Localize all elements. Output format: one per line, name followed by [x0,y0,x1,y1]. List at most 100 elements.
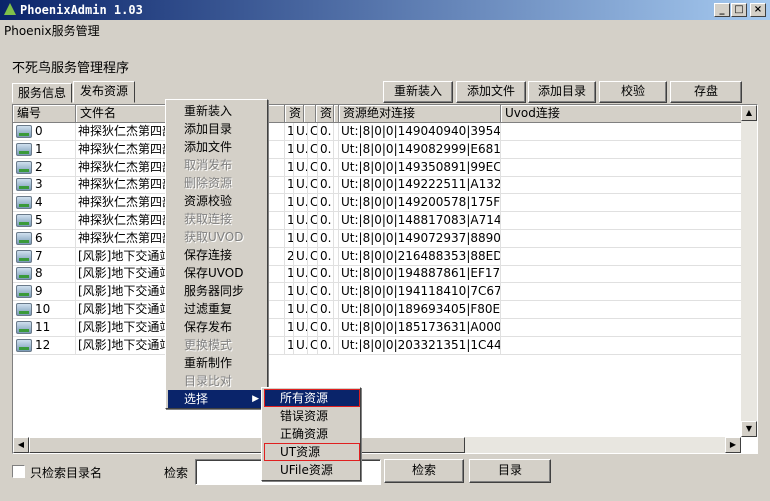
row-id: 10 [35,302,51,316]
row-col3: 1 [285,212,294,230]
menu-item-label: 保存发布 [184,320,233,334]
menu-item-label: 资源校验 [184,194,233,208]
table-row[interactable]: 7 [风影]地下交通站 2 U. C 0. Ut:|8|0|0|216488353|88ED… [13,247,757,266]
row-absolute-link: Ut:|8|0|0|148817083|A714F... [339,212,501,230]
row-id: 8 [35,266,43,281]
tab-publish-resources[interactable]: 发布资源 [73,81,135,103]
context-menu-item[interactable]: 保存UVOD [168,264,265,282]
tab-service-info[interactable]: 服务信息 [12,83,72,103]
column-header-absolute-link[interactable]: 资源绝对连接 [339,105,501,123]
close-button[interactable]: × [750,3,766,17]
context-menu-item[interactable]: 添加目录 [168,120,265,138]
verify-button[interactable]: 校验 [599,81,667,103]
row-absolute-link: Ut:|8|0|0|194118410|7C678... [339,283,501,302]
menu-item-label: 更换模式 [184,338,233,352]
context-menu-item[interactable]: 服务器同步 [168,282,265,300]
table-row[interactable]: 6神探狄仁杰第四部1U.C0.Ut:|8|0|0|149072937|88901… [13,229,757,248]
table-row[interactable]: 4神探狄仁杰第四部1U.C0.Ut:|8|0|0|149200578|175F4… [13,194,757,213]
submenu-item[interactable]: UFile资源 [264,461,360,479]
scroll-right-icon[interactable]: ▶ [725,437,741,453]
context-menu-item: 目录比对 [168,372,265,390]
resource-icon [16,196,32,210]
table-row[interactable]: 5 神探狄仁杰第四部 1 U. C 0. Ut:|8|0|0|148817083|A714F… [13,212,757,230]
row-col3: 1 [285,318,294,337]
table-row[interactable]: 9 [风影]地下交通站 1 U. C 0. Ut:|8|0|0|194118410|7C67… [13,283,757,302]
minimize-button[interactable]: _ [714,3,730,17]
row-icon-id: 10 [13,301,76,319]
row-col3: 1 [285,140,294,159]
row-icon-id: 9 [13,283,76,302]
row-col5: C [308,336,318,355]
submenu-item[interactable]: UT资源 [264,443,360,461]
add-directory-button[interactable]: 添加目录 [528,81,596,103]
context-menu-item[interactable]: 选择 ▶ [168,390,265,408]
row-col4: U. [294,140,308,159]
context-menu-item[interactable]: 资源校验 [168,192,265,210]
table-row[interactable]: 1神探狄仁杰第四部1U.C0.Ut:|8|0|0|149082999|E681C… [13,140,757,159]
table-row[interactable]: 11 [风影]地下交通站 1 U. C 0. Ut:|8|0|0|185173631|A00… [13,318,757,337]
vertical-scrollbar[interactable]: ▲ ▼ [741,105,757,437]
row-id: 9 [35,284,43,299]
row-col5: C [308,229,318,248]
row-col6: 0. [318,265,334,284]
row-col4: U. [294,229,308,248]
row-absolute-link: Ut:|8|0|0|149082999|E681C... [339,140,501,159]
column-header-res2[interactable] [304,105,316,123]
menu-item-label: 保存连接 [184,248,233,262]
scroll-down-icon[interactable]: ▼ [741,421,757,437]
window-title: PhoenixAdmin 1.03 [20,3,143,17]
reload-button[interactable]: 重新装入 [383,81,453,103]
row-col4: U. [294,283,308,302]
menu-item-label: 重新装入 [184,104,233,118]
context-menu-item[interactable]: 添加文件 [168,138,265,156]
row-uvod-link [501,336,742,355]
row-col3: 1 [285,158,294,177]
column-header-res1[interactable]: 资 [285,105,304,123]
save-button[interactable]: 存盘 [670,81,742,103]
row-absolute-link: Ut:|8|0|0|189693405|F80E59... [339,301,501,319]
row-col5: C [308,194,318,213]
row-col6: 0. [318,301,334,319]
context-menu-item[interactable]: 保存连接 [168,246,265,264]
scroll-thumb[interactable] [29,437,465,453]
row-uvod-link [501,176,742,195]
table-row[interactable]: 0神探狄仁杰第四部1U.C0.Ut:|8|0|0|149040940|39545… [13,123,757,141]
directory-button[interactable]: 目录 [469,459,551,483]
row-id: 5 [35,213,43,227]
row-col4: U. [294,158,308,177]
context-menu-item[interactable]: 保存发布 [168,318,265,336]
dir-only-checkbox[interactable] [12,465,25,478]
add-file-button[interactable]: 添加文件 [456,81,526,103]
table-row[interactable]: 2 神探狄仁杰第四部 1 U. C 0. Ut:|8|0|0|149350891|99ECF… [13,158,757,177]
table-row[interactable]: 8 [风影]地下交通站 1 U. C 0. Ut:|8|0|0|194887861|EF17… [13,265,757,284]
row-col3: 1 [285,229,294,248]
column-header-res3[interactable]: 资 [316,105,334,123]
row-uvod-link [501,229,742,248]
column-header-uvod-link[interactable]: Uvod连接 [501,105,742,123]
row-icon-id: 12 [13,336,76,355]
scroll-up-icon[interactable]: ▲ [741,105,757,121]
submenu-item[interactable]: 错误资源 [264,407,360,425]
table-row[interactable]: 10 [风影]地下交通站 1 U. C 0. Ut:|8|0|0|189693405|F80… [13,301,757,319]
table-row[interactable]: 12 [风影]地下交通站 1 U. C 0. Ut:|8|0|0|203321351|1C4… [13,336,757,355]
row-absolute-link: Ut:|8|0|0|194887861|EF1735... [339,265,501,284]
maximize-button[interactable]: □ [731,3,747,17]
submenu-item[interactable]: 正确资源 [264,425,360,443]
submenu-item[interactable]: 所有资源 [264,389,360,407]
context-menu-item[interactable]: 重新制作 [168,354,265,372]
context-menu-item: 更换模式 [168,336,265,354]
context-menu-item[interactable]: 重新装入 [168,102,265,120]
table-row[interactable]: 3神探狄仁杰第四部1U.C0.Ut:|8|0|0|149222511|A132E… [13,176,757,195]
row-col3: 1 [285,176,294,195]
column-header-id[interactable]: 编号 [13,105,76,123]
row-col4: U. [294,336,308,355]
submenu-arrow-icon: ▶ [252,394,259,404]
horizontal-scrollbar[interactable]: ◀ ▶ [13,437,741,453]
scroll-left-icon[interactable]: ◀ [13,437,29,453]
row-id: 0 [35,124,43,138]
context-menu-item[interactable]: 过滤重复 [168,300,265,318]
search-button[interactable]: 检索 [384,459,464,483]
menu-bar[interactable]: Phoenix服务管理 [4,22,100,39]
resource-grid[interactable]: 编号 文件名 资 资 资源绝对连接 Uvod连接 0 神探狄仁杰第四部 1 U. C 0.… [12,104,758,454]
row-col3: 1 [285,265,294,284]
